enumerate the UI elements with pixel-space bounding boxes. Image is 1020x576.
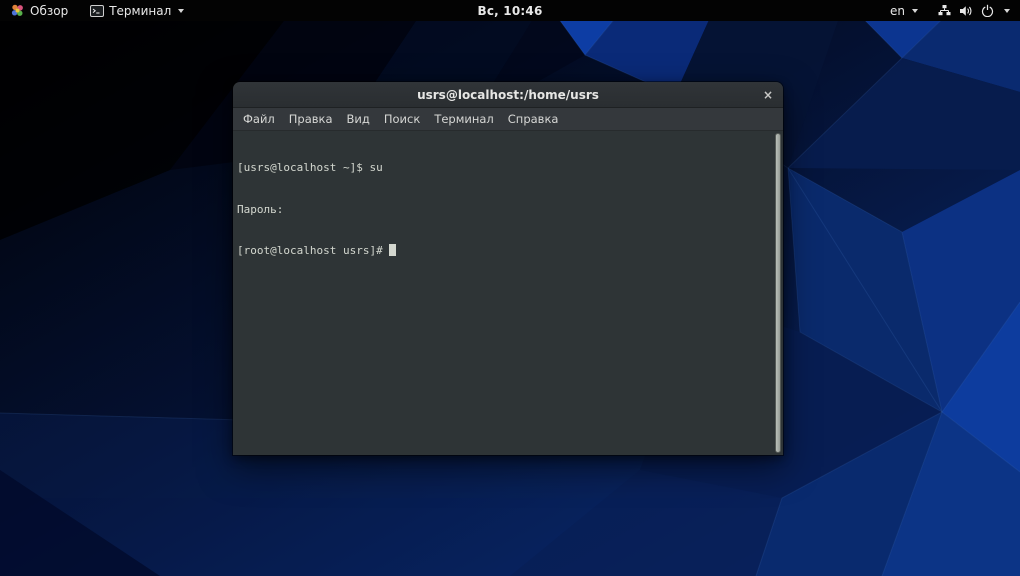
chevron-down-icon bbox=[912, 8, 918, 13]
volume-icon bbox=[960, 5, 972, 16]
terminal-app-icon bbox=[90, 4, 105, 17]
terminal-line: Пароль: bbox=[237, 202, 290, 216]
terminal-scrollbar[interactable] bbox=[773, 132, 782, 454]
menu-edit[interactable]: Правка bbox=[282, 112, 340, 126]
close-button[interactable]: × bbox=[760, 88, 776, 102]
menu-help[interactable]: Справка bbox=[501, 112, 566, 126]
menu-bar: Файл Правка Вид Поиск Терминал Справка bbox=[233, 108, 783, 131]
chevron-down-icon bbox=[1004, 8, 1010, 13]
scrollbar-thumb[interactable] bbox=[775, 133, 781, 453]
activities-label: Обзор bbox=[30, 3, 69, 18]
window-titlebar[interactable]: usrs@localhost:/home/usrs × bbox=[233, 82, 783, 108]
app-menu-label: Терминал bbox=[109, 3, 172, 18]
activities-button[interactable]: Обзор bbox=[7, 0, 71, 21]
distro-logo-icon bbox=[11, 4, 23, 16]
terminal-content[interactable]: [usrs@localhost ~]$ su Пароль: [root@loc… bbox=[233, 131, 783, 455]
app-menu-button[interactable]: Терминал bbox=[87, 0, 187, 21]
keyboard-layout-button[interactable]: en bbox=[887, 0, 921, 21]
menu-file[interactable]: Файл bbox=[236, 112, 282, 126]
menu-search[interactable]: Поиск bbox=[377, 112, 427, 126]
system-menu-button[interactable] bbox=[935, 0, 1013, 21]
network-wired-icon bbox=[938, 5, 951, 16]
terminal-cursor bbox=[389, 243, 396, 256]
terminal-prompt: [root@localhost usrs]# bbox=[237, 243, 390, 257]
top-bar: Обзор Терминал Вс, 10:46 en bbox=[0, 0, 1020, 21]
terminal-line: [root@localhost usrs]# bbox=[237, 243, 769, 258]
chevron-down-icon bbox=[178, 8, 185, 13]
keyboard-layout-label: en bbox=[890, 3, 905, 18]
desktop: Обзор Терминал Вс, 10:46 en usrs@localho… bbox=[0, 0, 1020, 576]
window-title: usrs@localhost:/home/usrs bbox=[417, 87, 599, 102]
power-icon bbox=[981, 4, 994, 17]
terminal-line: [usrs@localhost ~]$ su bbox=[237, 161, 383, 175]
menu-view[interactable]: Вид bbox=[340, 112, 377, 126]
clock-button[interactable]: Вс, 10:46 bbox=[478, 4, 543, 18]
terminal-window: usrs@localhost:/home/usrs × Файл Правка … bbox=[233, 82, 783, 455]
menu-terminal[interactable]: Терминал bbox=[427, 112, 500, 126]
